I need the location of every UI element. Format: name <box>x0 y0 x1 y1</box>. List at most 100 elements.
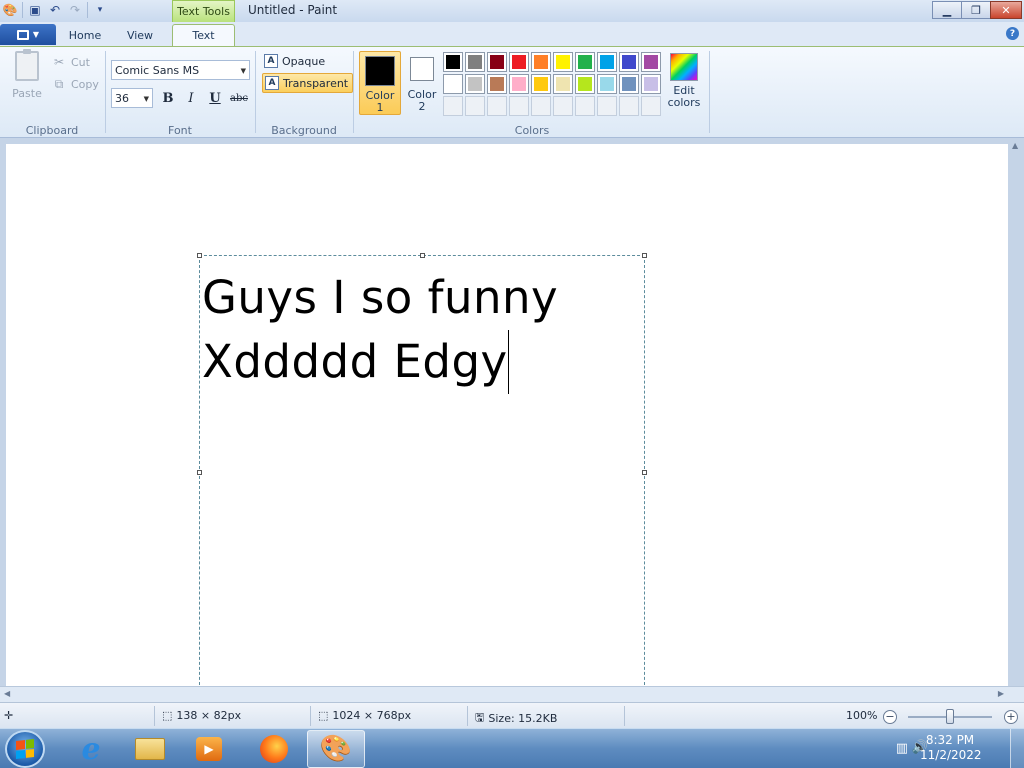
resize-handle-right[interactable] <box>642 470 647 475</box>
customize-qat-icon[interactable]: ▾ <box>92 2 108 18</box>
opaque-label: Opaque <box>282 54 326 68</box>
font-size-select[interactable]: 36 ▼ <box>111 88 153 108</box>
underline-button[interactable]: U <box>205 88 225 108</box>
italic-button[interactable]: I <box>181 88 201 108</box>
windows-logo-icon <box>16 739 34 759</box>
cut-button[interactable]: ✂ Cut <box>52 53 90 71</box>
start-button[interactable] <box>5 730 45 768</box>
chevron-down-icon: ▼ <box>32 30 40 39</box>
file-size-value: Size: 15.2KB <box>488 712 558 725</box>
taskbar-media-player[interactable]: ▶ <box>180 730 238 768</box>
save-icon[interactable]: ▣ <box>27 2 43 18</box>
title-bar: 🎨 ▣ ↶ ↷ ▾ Text Tools Untitled - Paint ▁ … <box>0 0 1024 22</box>
zoom-out-button[interactable]: − <box>883 710 897 724</box>
resize-handle-left[interactable] <box>197 470 202 475</box>
clock-time: 8:32 PM <box>925 733 975 747</box>
chevron-down-icon: ▼ <box>143 95 149 103</box>
paste-button[interactable]: Paste <box>6 49 48 103</box>
zoom-slider-thumb[interactable] <box>946 709 954 724</box>
network-icon[interactable]: ▥ <box>896 741 908 756</box>
firefox-icon <box>260 735 288 763</box>
vertical-scrollbar[interactable]: ▲ <box>1008 138 1024 686</box>
scissors-icon: ✂ <box>53 55 65 69</box>
internet-explorer-icon: e <box>81 731 101 767</box>
drawing-canvas[interactable]: Guys I so funny Xddddd Edgy <box>6 144 1008 695</box>
status-separator <box>624 706 625 726</box>
selection-size-value: 138 × 82px <box>176 709 242 722</box>
text-line-2: Xddddd Edgy <box>202 335 508 388</box>
zoom-level: 100% <box>846 709 878 722</box>
canvas-size: ⬚ 1024 × 768px <box>318 709 411 722</box>
zoom-in-button[interactable]: + <box>1004 710 1018 724</box>
transparent-icon: A <box>265 76 279 90</box>
quick-access-toolbar: 🎨 ▣ ↶ ↷ ▾ <box>2 2 108 18</box>
opaque-icon: A <box>264 54 278 68</box>
font-family-value: Comic Sans MS <box>115 63 200 77</box>
paint-app-icon[interactable]: 🎨 <box>2 2 18 18</box>
horizontal-scrollbar[interactable]: ◀ ▶ <box>0 686 1024 702</box>
selection-size: ⬚ 138 × 82px <box>162 709 241 722</box>
canvas-size-icon: ⬚ <box>318 709 329 722</box>
scroll-left-icon[interactable]: ◀ <box>4 689 10 698</box>
clipboard-group: Paste ✂ Cut ⧉ Copy Clipboard <box>0 47 104 139</box>
maximize-button[interactable]: ❐ <box>961 1 991 19</box>
group-separator <box>353 51 354 133</box>
text-caret <box>507 330 509 394</box>
ribbon: Paste ✂ Cut ⧉ Copy Clipboard Font Comic … <box>0 46 1024 138</box>
chevron-down-icon: ▼ <box>240 67 246 75</box>
colors-group: Colors <box>356 47 708 139</box>
taskbar-paint[interactable]: 🎨 <box>307 730 365 768</box>
taskbar: e ▶ 🎨 ▥ 🔊 8:32 PM 11/2/2022 <box>0 728 1024 768</box>
status-bar: ✛ ⬚ 138 × 82px ⬚ 1024 × 768px 🖫 Size: 15… <box>0 702 1024 728</box>
canvas-workspace: Guys I so funny Xddddd Edgy ▲ <box>0 138 1024 695</box>
transparent-label: Transparent <box>283 76 349 90</box>
tab-home[interactable]: Home <box>60 24 110 46</box>
help-icon[interactable]: ? <box>1006 27 1019 40</box>
scroll-up-icon[interactable]: ▲ <box>1012 141 1018 150</box>
font-family-select[interactable]: Comic Sans MS ▼ <box>111 60 250 80</box>
status-separator <box>154 706 155 726</box>
copy-button[interactable]: ⧉ Copy <box>52 75 99 93</box>
paint-menu-button[interactable]: ▼ <box>0 24 56 45</box>
media-player-icon: ▶ <box>196 737 222 761</box>
scroll-right-icon[interactable]: ▶ <box>998 689 1004 698</box>
show-desktop-button[interactable] <box>1010 729 1024 768</box>
status-separator <box>467 706 468 726</box>
cut-label: Cut <box>71 55 90 69</box>
tab-view[interactable]: View <box>114 24 166 46</box>
colors-group-label: Colors <box>514 124 550 137</box>
tab-text[interactable]: Text <box>172 24 235 46</box>
text-tools-context-label: Text Tools <box>172 0 235 22</box>
taskbar-file-explorer[interactable] <box>121 730 179 768</box>
undo-icon[interactable]: ↶ <box>47 2 63 18</box>
transparent-button[interactable]: A Transparent <box>262 73 354 93</box>
opaque-button[interactable]: A Opaque <box>262 51 329 71</box>
disk-icon: 🖫 <box>475 711 485 724</box>
copy-icon: ⧉ <box>54 76 64 91</box>
canvas-text[interactable]: Guys I so funny Xddddd Edgy <box>202 266 558 394</box>
taskbar-internet-explorer[interactable]: e <box>62 730 120 768</box>
paint-palette-icon: 🎨 <box>319 734 353 764</box>
file-size: 🖫 Size: 15.2KB <box>475 709 557 728</box>
strikethrough-button[interactable]: abc <box>228 88 250 108</box>
folder-icon <box>135 738 165 760</box>
status-separator <box>310 706 311 726</box>
ribbon-tabs: ▼ Home View Text ? <box>0 22 1024 46</box>
background-group-label: Background <box>271 124 337 137</box>
bold-button[interactable]: B <box>158 88 178 108</box>
redo-icon[interactable]: ↷ <box>67 2 83 18</box>
taskbar-firefox[interactable] <box>245 730 303 768</box>
resize-handle-top-right[interactable] <box>642 253 647 258</box>
resize-handle-top-left[interactable] <box>197 253 202 258</box>
close-button[interactable]: ✕ <box>990 1 1022 19</box>
window-controls: ▁ ❐ ✕ <box>932 1 1022 19</box>
clock[interactable]: 8:32 PM 11/2/2022 <box>920 733 982 763</box>
selection-icon: ⬚ <box>162 709 173 722</box>
font-group-label: Font <box>168 124 192 137</box>
canvas-size-value: 1024 × 768px <box>332 709 412 722</box>
minimize-button[interactable]: ▁ <box>932 1 962 19</box>
font-size-value: 36 <box>115 91 129 105</box>
resize-handle-top[interactable] <box>420 253 425 258</box>
clock-date: 11/2/2022 <box>920 748 982 762</box>
copy-label: Copy <box>71 77 99 91</box>
